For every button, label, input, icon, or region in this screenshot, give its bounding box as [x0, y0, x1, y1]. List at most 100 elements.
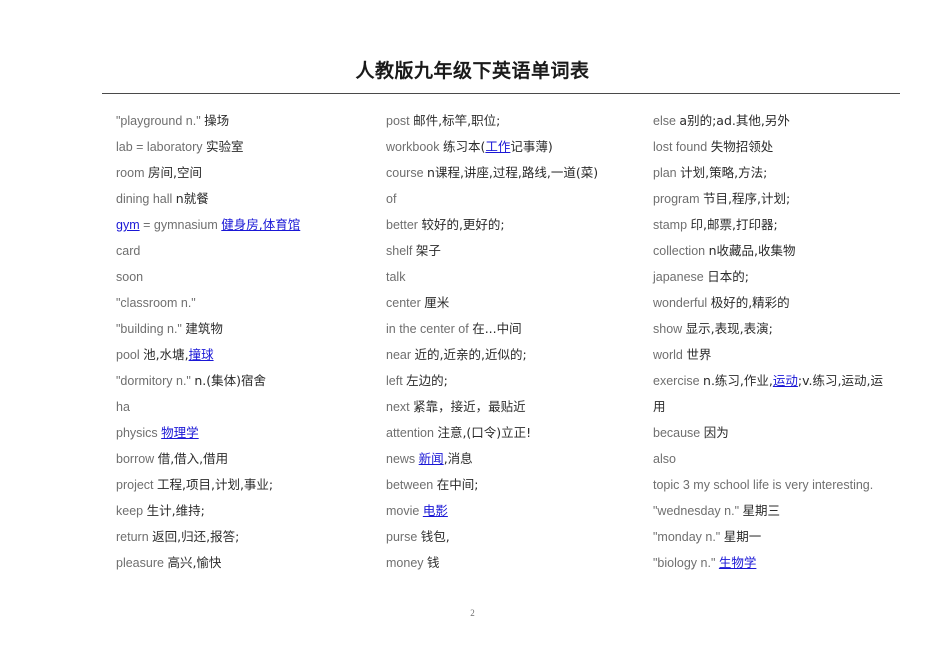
entry-definition-link[interactable]: 健身房,体育馆 [221, 217, 300, 232]
vocabulary-entry: ha [116, 394, 378, 420]
entry-definition: 钱包, [420, 529, 450, 544]
entry-word: of [386, 192, 397, 206]
vocabulary-entry: soon [116, 264, 378, 290]
entry-word: wonderful [653, 296, 708, 310]
entry-word: "wednesday n." [653, 504, 740, 518]
entry-definition: 架子 [415, 243, 441, 258]
entry-definition-link[interactable]: 新闻 [419, 451, 444, 466]
entry-word: borrow [116, 452, 155, 466]
entry-definition: 房间,空间 [147, 165, 202, 180]
entry-word: purse [386, 530, 418, 544]
entry-word-link[interactable]: gym [116, 218, 140, 232]
entry-word: japanese [653, 270, 704, 284]
entry-definition: n.(集体)宿舍 [194, 373, 267, 388]
entry-definition: 左边的; [406, 373, 448, 388]
entry-word: pleasure [116, 556, 164, 570]
entry-word: world [653, 348, 683, 362]
entry-word: next [386, 400, 410, 414]
entry-word: workbook [386, 140, 440, 154]
entry-definition: 节目,程序,计划; [703, 191, 791, 206]
vocabulary-entry: pleasure 高兴,愉快 [116, 550, 378, 576]
entry-definition: n课程,讲座,过程,路线,一道(菜) [427, 165, 599, 180]
entry-word: better [386, 218, 418, 232]
vocabulary-entry: program 节目,程序,计划; [653, 186, 925, 212]
entry-definition: 因为 [703, 425, 729, 440]
vocabulary-entry: left 左边的; [386, 368, 642, 394]
vocabulary-entry: keep 生计,维持; [116, 498, 378, 524]
vocabulary-column-3: else a别的;ad.其他,另外 lost found 失物招领处 plan 计划… [653, 108, 925, 576]
vocabulary-entry: world 世界 [653, 342, 925, 368]
vocabulary-entry: center 厘米 [386, 290, 642, 316]
entry-word: "building n." [116, 322, 182, 336]
vocabulary-entry: news 新闻,消息 [386, 446, 642, 472]
entry-definition-link[interactable]: 电影 [423, 503, 448, 518]
vocabulary-entry: gym = gymnasium 健身房,体育馆 [116, 212, 378, 238]
vocabulary-entry: movie 电影 [386, 498, 642, 524]
entry-definition: 紧靠，接近，最贴近 [413, 399, 526, 414]
entry-definition-link[interactable]: 工作 [485, 139, 510, 154]
vocabulary-column-2: post 邮件,标竿,职位; workbook 练习本(工作记事薄) course … [386, 108, 642, 576]
vocabulary-entry: "classroom n." [116, 290, 378, 316]
entry-continuation: 用 [653, 399, 666, 414]
entry-definition: n.练习,作业, [703, 373, 773, 388]
vocabulary-entry: of [386, 186, 642, 212]
entry-word: "biology n." [653, 556, 716, 570]
vocabulary-entry: lost found 失物招领处 [653, 134, 925, 160]
entry-definition: 世界 [686, 347, 712, 362]
entry-word: "classroom n." [116, 296, 196, 310]
entry-definition: 较好的,更好的; [421, 217, 505, 232]
vocabulary-entry: "biology n." 生物学 [653, 550, 925, 576]
entry-definition-link[interactable]: 运动 [773, 373, 798, 388]
entry-word: "dormitory n." [116, 374, 191, 388]
vocabulary-entry: near 近的,近亲的,近似的; [386, 342, 642, 368]
vocabulary-entry: "wednesday n." 星期三 [653, 498, 925, 524]
vocabulary-entry: purse 钱包, [386, 524, 642, 550]
entry-word: program [653, 192, 700, 206]
entry-word: physics [116, 426, 158, 440]
entry-definition-link[interactable]: 撞球 [189, 347, 214, 362]
entry-word: = gymnasium [143, 218, 218, 232]
vocabulary-entry: else a别的;ad.其他,另外 [653, 108, 925, 134]
entry-word: money [386, 556, 424, 570]
vocabulary-entry: wonderful 极好的,精彩的 [653, 290, 925, 316]
vocabulary-entry: japanese 日本的; [653, 264, 925, 290]
entry-definition-tail: ;v.练习,运动,运 [797, 373, 883, 388]
entry-definition: 近的,近亲的,近似的; [414, 347, 527, 362]
entry-word: because [653, 426, 701, 440]
entry-word: plan [653, 166, 677, 180]
entry-definition: 高兴,愉快 [167, 555, 222, 570]
entry-definition: 操场 [204, 113, 230, 128]
vocabulary-entry: better 较好的,更好的; [386, 212, 642, 238]
vocabulary-entry: attention 注意,(口令)立正! [386, 420, 642, 446]
vocabulary-entry: return 返回,归还,报答; [116, 524, 378, 550]
entry-word: show [653, 322, 683, 336]
vocabulary-entry: plan 计划,策略,方法; [653, 160, 925, 186]
vocabulary-entry: between 在中间; [386, 472, 642, 498]
entry-word: card [116, 244, 141, 258]
entry-definition-link[interactable]: 生物学 [719, 555, 757, 570]
entry-definition: 练习本( [442, 139, 486, 154]
entry-word: in the center of [386, 322, 469, 336]
vocabulary-columns: "playground n." 操场 lab = laboratory 实验室 ro… [0, 108, 945, 588]
entry-word: stamp [653, 218, 688, 232]
entry-word: soon [116, 270, 144, 284]
entry-word: post [386, 114, 410, 128]
entry-definition: 返回,归还,报答; [152, 529, 240, 544]
entry-word: topic 3 my school life is very interesti… [653, 478, 874, 492]
entry-word: near [386, 348, 412, 362]
vocabulary-column-1: "playground n." 操场 lab = laboratory 实验室 ro… [116, 108, 378, 576]
entry-word: shelf [386, 244, 413, 258]
entry-definition: n就餐 [175, 191, 209, 206]
entry-definition-link[interactable]: 物理学 [161, 425, 199, 440]
vocabulary-entry: pool 池,水塘,撞球 [116, 342, 378, 368]
entry-word: lab = laboratory [116, 140, 203, 154]
document-page: 人教版九年级下英语单词表 "playground n." 操场 lab = lab… [0, 0, 945, 669]
entry-definition: 星期三 [742, 503, 781, 518]
entry-word: "monday n." [653, 530, 721, 544]
entry-definition: 在中间; [436, 477, 479, 492]
vocabulary-entry: show 显示,表现,表演; [653, 316, 925, 342]
entry-word: between [386, 478, 434, 492]
vocabulary-entry: course n课程,讲座,过程,路线,一道(菜) [386, 160, 642, 186]
entry-word: exercise [653, 374, 700, 388]
entry-definition-tail: ,消息 [443, 451, 473, 466]
